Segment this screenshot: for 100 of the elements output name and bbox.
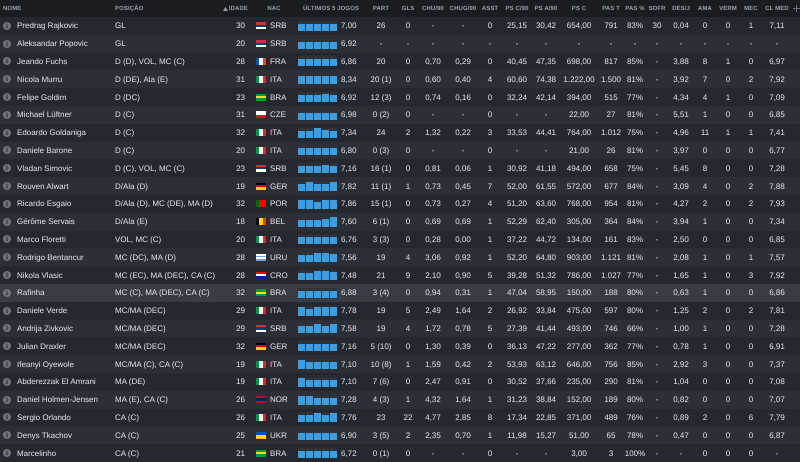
player-name[interactable]: Andrija Zivkovic — [14, 324, 112, 333]
player-name[interactable]: Predrag Rajkovic — [14, 21, 112, 30]
age-cell-text: 32 — [235, 288, 246, 298]
table-row[interactable]: Aleksandar Popovic GL 20 SRB 6,92 - - - - - - - - - - - - - - - - — [0, 34, 800, 53]
table-row[interactable]: Marcelinho CA (C) 21 BRA 6,72 0 (1) 0 - - 0 - - 3,00 3 100% - - 0 0 0 - — [0, 444, 800, 462]
table-row[interactable]: Felipe Goldim D (DC) 23 BRA 6,92 12 (3) 0 0,74 0,16 0 32,24 42,14 394,00 515 77% - 4,34 4 1 0 7,09 — [0, 88, 800, 106]
player-name[interactable]: Abderezzak El Amrani — [14, 377, 112, 386]
info-icon[interactable] — [3, 200, 11, 208]
stat-cell-text: 22,00 — [568, 110, 590, 120]
info-icon[interactable] — [3, 413, 11, 422]
info-icon[interactable] — [3, 396, 11, 404]
stat-cell-text: 78% — [626, 430, 644, 440]
player-name[interactable]: Gérôme Servais — [14, 217, 112, 226]
player-name[interactable]: Daniel Holmen-Jensen — [14, 395, 112, 404]
player-name[interactable]: Rodrigo Bentancur — [14, 252, 112, 262]
position-cell-text: MC/MA (DEC) — [114, 306, 167, 316]
stat-cell-text: 0,90 — [454, 270, 472, 280]
table-row[interactable]: Nicola Murru D (DE), Ala (E) 31 ITA 8,34 20 (1) 0 0,60 0,40 4 60,60 74,38 1.222,00 1.500 81% - 3,92 7 0 2 7,92 — [0, 70, 800, 88]
info-icon[interactable] — [3, 378, 11, 386]
player-name[interactable]: Daniele Barone — [14, 146, 112, 155]
table-row[interactable]: Denys Tkachov CA (C) 25 UKR 6,90 3 (5) 2 2,35 0,70 1 11,98 15,27 51,00 65 78% - 0,47 0 0 0 6,87 — [0, 426, 800, 444]
info-icon[interactable] — [3, 22, 11, 30]
table-row[interactable]: Daniel Holmen-Jensen MA (E), CA (C) 26 NOR 7,28 4 (3) 1 4,32 1,64 1 31,23 38,84 152,00 189 80% - 0,82 0 0 0 7,07 — [0, 390, 800, 409]
info-icon[interactable] — [3, 288, 11, 297]
table-row[interactable]: Michael Lüftner D (C) 31 CZE 6,98 0 (2) 0 - - 0 - - 22,00 27 81% - 5,51 1 0 0 6,85 — [0, 106, 800, 124]
info-icon[interactable] — [3, 40, 11, 48]
stat-cell-text: 1 — [404, 182, 412, 191]
stat-cell-text: - — [726, 39, 730, 48]
info-icon[interactable] — [3, 449, 11, 458]
table-row[interactable]: Edoardo Goldaniga D (C) 32 ITA 7,34 24 2 1,32 0,22 3 33,53 44,41 764,00 1.012 75% - 4,96 11 1 1 7,41 — [0, 124, 800, 142]
player-name[interactable]: Julian Draxler — [14, 342, 112, 351]
player-name[interactable]: Ifeanyi Oyewole — [14, 360, 112, 369]
info-icon[interactable] — [3, 110, 11, 119]
player-name[interactable]: Daniele Verde — [14, 306, 112, 316]
info-icon[interactable] — [3, 57, 11, 66]
table-row[interactable]: Rodrigo Bentancur MC (DC), MA (D) 28 URU 7,56 19 4 3,06 0,92 1 52,20 64,80 903,00 1.121 81% - 2,08 1 0 1 7,57 — [0, 248, 800, 266]
info-icon[interactable] — [3, 182, 11, 190]
table-row[interactable]: Sergio Orlando CA (C) 26 ITA 7,76 23 22 4,77 2,85 8 17,34 22,85 371,00 489 76% - 0,89 2 0 6 7,79 — [0, 408, 800, 426]
player-name[interactable]: Sergio Orlando — [14, 412, 112, 422]
info-icon[interactable] — [3, 271, 11, 280]
stat-cell-text: 1 — [486, 164, 494, 173]
player-name[interactable]: Felipe Goldim — [14, 92, 112, 102]
stat-cell-text: 26 — [376, 21, 386, 30]
table-row[interactable]: Julian Draxler MC/MA (DEC) 32 GER 7,16 5 (10) 0 1,30 0,39 0 36,13 47,22 277,00 362 77% - 0,78 1 0 0 6,91 — [0, 337, 800, 356]
info-icon[interactable] — [3, 431, 11, 440]
info-icon[interactable] — [3, 93, 11, 102]
stat-cell-text: - — [654, 199, 660, 208]
table-row[interactable]: Jeando Fuchs D (D), VOL, MC (C) 28 FRA 6,86 20 0 0,70 0,29 0 40,45 47,35 698,00 817 85% - 3,88 8 1 0 6,97 — [0, 52, 800, 70]
table-row[interactable]: Ifeanyi Oyewole MC/MA (C), CA (C) 19 ITA 7,10 10 (8) 1 1,59 0,42 2 53,93 63,12 646,00 756 85% - 2,92 3 0 0 7,37 — [0, 355, 800, 373]
stat-cell-text: 30 — [652, 21, 662, 30]
player-name[interactable]: Michael Lüftner — [14, 110, 112, 120]
table-row[interactable]: Abderezzak El Amrani MA (DE) 19 ITA 7,10 7 (6) 0 2,47 0,91 0 30,52 37,66 235,00 290 81% - 1,04 0 0 0 7,08 — [0, 372, 800, 391]
info-icon[interactable] — [3, 164, 11, 172]
table-row[interactable]: Rouven Alwart D/Ala (D) 19 GER 7,82 11 (1) 1 0,73 0,45 7 52,00 61,55 572,00 677 84% - 3,09 4 0 2 7,88 — [0, 177, 800, 195]
info-icon[interactable] — [3, 218, 11, 226]
stat-cell-text: 152,00 — [566, 395, 592, 404]
stat-cell-text: 0 — [724, 342, 732, 351]
player-name[interactable]: Denys Tkachov — [14, 430, 112, 440]
player-name[interactable]: Jeando Fuchs — [14, 56, 112, 66]
stat-cell-text: 3 (5) — [372, 430, 390, 440]
stat-cell-text: 371,00 — [566, 412, 592, 422]
stat-cell-text: 1 — [486, 234, 494, 244]
player-name[interactable]: Aleksandar Popovic — [14, 39, 112, 48]
stat-cell-text: 786,00 — [566, 270, 592, 280]
table-row[interactable]: Nikola Vlasic MC (EC), MA (DEC), CA (C) 28 CRO 7,48 21 9 2,10 0,90 5 39,28 51,32 786,00 1.027 77% - 1,65 1 0 3 7,92 — [0, 266, 800, 284]
player-name[interactable]: Rafinha — [14, 288, 112, 298]
info-icon[interactable] — [3, 306, 11, 315]
player-name[interactable]: Vladan Simovic — [14, 164, 112, 173]
add-column-icon[interactable] — [792, 5, 800, 12]
info-icon[interactable] — [3, 360, 11, 368]
player-name[interactable]: Rouven Alwart — [14, 182, 112, 191]
info-icon[interactable] — [3, 235, 11, 244]
table-row[interactable]: Daniele Verde MC/MA (DEC) 29 ITA 7,78 19 5 2,49 1,64 2 26,92 33,84 475,00 597 80% - 1,25 2 0 2 7,81 — [0, 302, 800, 320]
stat-cell-text: 4,96 — [672, 128, 690, 138]
info-icon[interactable] — [3, 128, 11, 137]
table-row[interactable]: Andrija Zivkovic MC/MA (DEC) 29 SRB 7,58 19 4 1,72 0,78 5 27,39 41,44 493,00 746 66% - 1,00 1 0 0 7,28 — [0, 320, 800, 338]
stat-cell-text: 290 — [603, 377, 619, 386]
player-name[interactable]: Nicola Murru — [14, 74, 112, 84]
info-icon[interactable] — [3, 146, 11, 154]
table-row[interactable]: Rafinha MC (C), MA (DEC), CA (C) 32 BRA 6,88 3 (4) 0 0,94 0,31 1 47,04 58,95 150,00 188 80% - 0,63 1 0 0 6,86 — [0, 284, 800, 302]
info-icon[interactable] — [3, 324, 11, 332]
info-icon[interactable] — [3, 75, 11, 84]
player-name[interactable]: Marco Floretti — [14, 234, 112, 244]
player-name[interactable]: Ricardo Esgaio — [14, 199, 112, 208]
table-row[interactable]: Marco Floretti VOL, MC (C) 20 ITA 6,76 3 (3) 0 0,28 0,00 1 37,22 44,72 134,00 161 83% - 2,50 0 0 0 6,85 — [0, 230, 800, 248]
stat-cell-text: 58,95 — [534, 288, 558, 298]
player-name[interactable]: Edoardo Goldaniga — [14, 128, 112, 138]
stat-cell-text: 2 — [486, 306, 494, 316]
info-icon[interactable] — [3, 342, 11, 350]
table-row[interactable]: Daniele Barone D (C) 20 ITA 6,80 0 (3) 0 - - 0 - - 21,00 26 81% - 3,97 0 0 0 6,77 — [0, 142, 800, 160]
table-row[interactable]: Gérôme Servais D/Ala (E) 18 BEL 7,60 6 (1) 0 0,69 0,69 1 52,29 62,40 305,00 364 84% - 3,94 1 0 0 7,34 — [0, 212, 800, 231]
stat-cell-text: 0,04 — [672, 21, 690, 30]
table-row[interactable]: Predrag Rajkovic GL 30 SRB 7,00 26 0 - - 0 25,15 30,42 654,00 791 83% 30 0,04 0 0 1 7,11 — [0, 17, 800, 35]
table-row[interactable]: Vladan Simovic D (C), VOL, MC (C) 23 SRB 7,16 16 (1) 0 0,81 0,06 1 30,92 41,18 494,00 658 75% - 5,45 8 0 0 7,28 — [0, 159, 800, 178]
player-name[interactable]: Marcelinho — [14, 448, 112, 458]
table-row[interactable]: Ricardo Esgaio D/Ala (D), MC (DE), MA (D) 32 POR 7,86 15 (1) 0 0,73 0,27 4 51,20 63,60 768,00 954 81% - 4,27 2 0 2 7,93 — [0, 194, 800, 213]
info-icon[interactable] — [3, 253, 11, 262]
stat-cell-text: 0 — [486, 342, 494, 351]
stat-cell-text: 62,40 — [534, 217, 558, 226]
player-name[interactable]: Nikola Vlasic — [14, 270, 112, 280]
